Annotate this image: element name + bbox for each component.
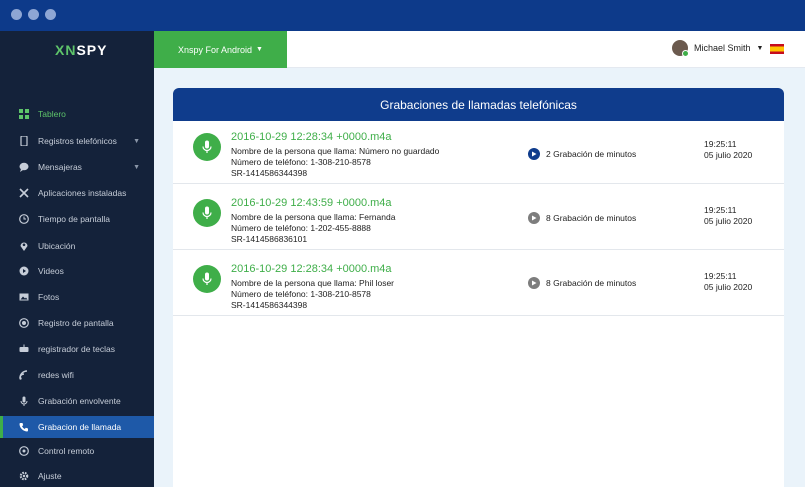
sidebar-item-label: Mensajeras <box>38 162 82 172</box>
sidebar-item-label: Control remoto <box>38 446 95 456</box>
gear-icon <box>19 471 29 481</box>
sidebar-item-ajuste[interactable]: Ajuste <box>0 465 154 487</box>
recording-date: 05 julio 2020 <box>704 150 753 160</box>
sidebar-item-label: Fotos <box>38 292 60 302</box>
window-titlebar <box>0 0 805 31</box>
screen-record-icon <box>19 318 29 328</box>
photo-icon <box>19 292 29 302</box>
recording-row[interactable]: 2016-10-29 12:28:34 +0000.m4a Nombre de … <box>173 253 784 316</box>
sidebar-item-fotos[interactable]: Fotos <box>0 286 154 308</box>
sidebar-item-label: Tablero <box>38 109 66 119</box>
caller-name: Nombre de la persona que llama: Fernanda <box>231 212 396 222</box>
user-menu[interactable]: Michael Smith ▼ <box>672 40 764 57</box>
recording-time: 19:25:11 <box>704 205 737 215</box>
sidebar-item-label: Registro de pantalla <box>38 318 114 328</box>
sidebar-item-tiempo[interactable]: Tiempo de pantalla <box>0 208 154 230</box>
chevron-down-icon: ▼ <box>756 44 764 52</box>
sidebar-item-aplicaciones[interactable]: Aplicaciones instaladas <box>0 182 154 204</box>
recording-time: 19:25:11 <box>704 139 737 149</box>
phone-number: Número de teléfono: 1-308-210-8578 <box>231 157 371 167</box>
dashboard-icon <box>19 109 29 119</box>
sidebar: Tablero Registros telefónicos ▼ Mensajer… <box>0 68 154 487</box>
phone-icon <box>19 136 29 146</box>
sidebar-item-teclas[interactable]: registrador de teclas <box>0 338 154 360</box>
spain-flag-icon[interactable] <box>770 44 784 54</box>
recording-filename[interactable]: 2016-10-29 12:28:34 +0000.m4a <box>231 131 392 143</box>
caller-name: Nombre de la persona que llama: Phil los… <box>231 278 395 288</box>
microphone-icon <box>193 133 221 161</box>
sidebar-item-label: Tiempo de pantalla <box>38 214 110 224</box>
window-dot-2[interactable] <box>28 9 39 20</box>
sidebar-item-label: Grabación envolvente <box>38 396 121 406</box>
product-label: Xnspy For Android <box>178 44 253 55</box>
recording-filename[interactable]: 2016-10-29 12:28:34 +0000.m4a <box>231 263 392 275</box>
microphone-icon <box>193 199 221 227</box>
wifi-icon <box>19 370 29 380</box>
sidebar-item-label: redes wifi <box>38 370 74 380</box>
sidebar-item-label: Registros telefónicos <box>38 136 117 146</box>
caller-name: Nombre de la persona que llama: Número n… <box>231 146 440 156</box>
serial-number: SR-1414586344398 <box>231 168 308 178</box>
sidebar-item-control-remoto[interactable]: Control remoto <box>0 440 154 462</box>
microphone-icon <box>19 396 29 406</box>
recording-time: 19:25:11 <box>704 271 737 281</box>
tools-icon <box>19 188 29 198</box>
sidebar-item-tablero[interactable]: Tablero <box>0 103 154 125</box>
call-record-icon <box>19 422 29 432</box>
chevron-down-icon: ▼ <box>133 163 140 171</box>
sidebar-item-registro-pantalla[interactable]: Registro de pantalla <box>0 312 154 334</box>
play-icon[interactable] <box>528 212 540 224</box>
panel-title: Grabaciones de llamadas telefónicas <box>173 88 784 121</box>
sidebar-item-grabacion-llamada[interactable]: Grabacion de llamada <box>0 416 154 438</box>
recording-duration: 8 Grabación de minutos <box>546 278 637 288</box>
recording-row[interactable]: 2016-10-29 12:28:34 +0000.m4a Nombre de … <box>173 121 784 184</box>
chevron-down-icon: ▼ <box>133 137 140 145</box>
sidebar-item-label: Ajuste <box>38 471 62 481</box>
keylogger-icon <box>19 344 29 354</box>
sidebar-item-mensajeras[interactable]: Mensajeras ▼ <box>0 156 154 178</box>
recording-duration: 8 Grabación de minutos <box>546 213 637 223</box>
microphone-icon <box>193 265 221 293</box>
sidebar-item-label: Aplicaciones instaladas <box>38 188 127 198</box>
user-name: Michael Smith <box>694 43 751 53</box>
clock-icon <box>19 214 29 224</box>
chevron-down-icon: ▼ <box>256 46 263 53</box>
serial-number: SR-1414586836101 <box>231 234 308 244</box>
brand-area: XNSPY <box>0 31 154 68</box>
chat-icon <box>19 162 29 172</box>
sidebar-item-wifi[interactable]: redes wifi <box>0 364 154 386</box>
xnspy-logo[interactable]: XNSPY <box>55 42 107 58</box>
sidebar-item-label: Ubicación <box>38 241 76 251</box>
recording-duration: 2 Grabación de minutos <box>546 149 637 159</box>
avatar <box>672 40 689 57</box>
recording-filename[interactable]: 2016-10-29 12:43:59 +0000.m4a <box>231 197 392 209</box>
sidebar-item-label: Grabacion de llamada <box>38 422 122 432</box>
play-icon[interactable] <box>528 277 540 289</box>
product-selector[interactable]: Xnspy For Android ▼ <box>154 31 287 68</box>
sidebar-item-envolvente[interactable]: Grabación envolvente <box>0 390 154 412</box>
window-dot-1[interactable] <box>11 9 22 20</box>
phone-number: Número de teléfono: 1-308-210-8578 <box>231 289 371 299</box>
phone-number: Número de teléfono: 1-202-455-8888 <box>231 223 371 233</box>
serial-number: SR-1414586344398 <box>231 300 308 310</box>
sidebar-item-label: Videos <box>38 266 64 276</box>
recording-date: 05 julio 2020 <box>704 282 753 292</box>
window-dot-3[interactable] <box>45 9 56 20</box>
recording-row[interactable]: 2016-10-29 12:43:59 +0000.m4a Nombre de … <box>173 187 784 250</box>
recording-date: 05 julio 2020 <box>704 216 753 226</box>
sidebar-item-videos[interactable]: Videos <box>0 260 154 282</box>
remote-icon <box>19 446 29 456</box>
sidebar-item-label: registrador de teclas <box>38 344 116 354</box>
video-icon <box>19 266 29 276</box>
location-icon <box>19 241 29 251</box>
sidebar-item-registros[interactable]: Registros telefónicos ▼ <box>0 130 154 152</box>
play-icon[interactable] <box>528 148 540 160</box>
sidebar-item-ubicacion[interactable]: Ubicación <box>0 235 154 257</box>
